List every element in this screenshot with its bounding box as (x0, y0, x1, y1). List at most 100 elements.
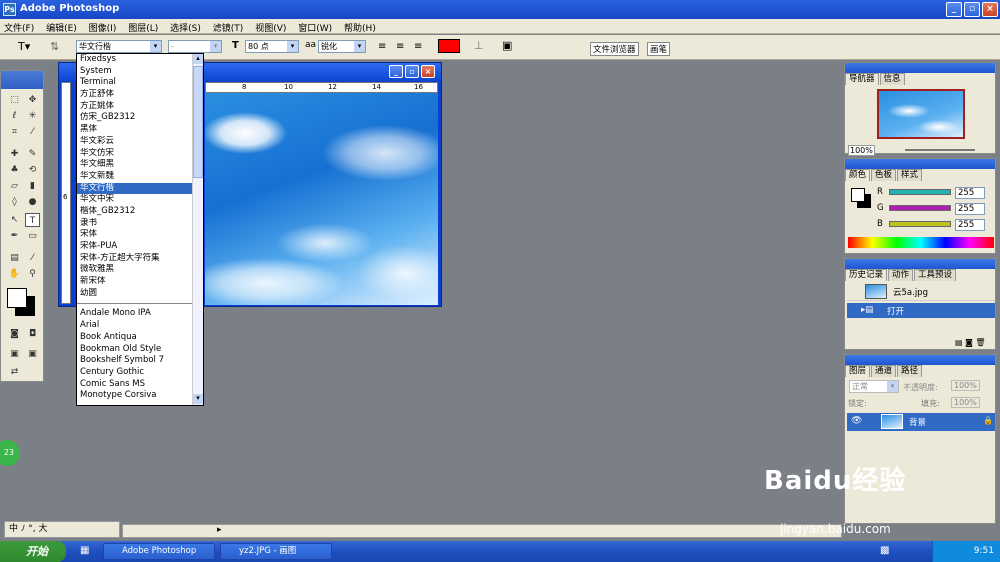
sky-image-canvas[interactable] (205, 93, 438, 305)
font-option[interactable]: 仿宋_GB2312 (77, 112, 193, 124)
font-option[interactable]: Century Gothic (77, 367, 193, 379)
font-option[interactable]: 方正舒体 (77, 89, 193, 101)
font-option[interactable]: 方正姚体 (77, 101, 193, 113)
font-option[interactable]: Fixedsys (77, 54, 193, 66)
font-option[interactable]: 华文行楷 (77, 182, 193, 195)
zoom-icon[interactable]: ⚲ (25, 267, 40, 281)
ime-toolbar[interactable]: 中 ﾉ °, 大 (4, 521, 120, 538)
font-option[interactable]: 华文中宋 (77, 194, 193, 206)
notification-badge[interactable]: 23 (0, 440, 20, 466)
hand-icon[interactable]: ✋ (7, 267, 22, 281)
menu-filter[interactable]: 滤镜(T) (209, 19, 249, 34)
new-snapshot-icon[interactable]: ▤ ◙ 🗑 (955, 338, 986, 347)
layer-row[interactable]: 👁 背景 🔒 (847, 413, 995, 431)
palettes-icon[interactable]: ▣ (502, 39, 512, 52)
quicklaunch-icon[interactable]: ▦ (80, 545, 89, 556)
tab-layers[interactable]: 图层 (845, 365, 871, 377)
tab-tool-presets[interactable]: 工具预设 (914, 269, 957, 281)
healing-icon[interactable]: ✚ (7, 147, 22, 161)
tab-actions[interactable]: 动作 (888, 269, 914, 281)
screen-mode-icon[interactable]: ▣ (7, 347, 22, 361)
font-option[interactable]: 隶书 (77, 218, 193, 230)
font-option[interactable]: 楷体_GB2312 (77, 206, 193, 218)
history-snapshot-row[interactable]: 云5a.jpg (847, 283, 995, 301)
notes-icon[interactable]: ▤ (7, 251, 22, 265)
font-list-scrollbar[interactable]: ▴ ▾ (192, 54, 203, 405)
fill-field[interactable]: 100% (951, 397, 980, 408)
font-option[interactable]: 华文仿宋 (77, 148, 193, 160)
font-option[interactable]: 新宋体 (77, 276, 193, 288)
tab-paths[interactable]: 路径 (897, 365, 923, 377)
font-option[interactable]: 幼圆 (77, 288, 193, 300)
tab-channels[interactable]: 通道 (871, 365, 897, 377)
scroll-right-icon[interactable]: ▸ (217, 525, 222, 535)
tab-navigator[interactable]: 导航器 (845, 73, 879, 85)
doc-close-button[interactable]: × (421, 65, 435, 78)
navigator-thumbnail[interactable] (877, 89, 965, 139)
navigator-zoom-field[interactable]: 100% (848, 145, 875, 156)
blend-mode-select[interactable]: 正常 ▾ (849, 380, 899, 393)
tab-history[interactable]: 历史记录 (845, 269, 888, 281)
scroll-up-icon[interactable]: ▴ (193, 54, 203, 64)
align-center-icon[interactable]: ≡ (396, 41, 404, 52)
menu-window[interactable]: 窗口(W) (294, 19, 337, 34)
channel-slider[interactable] (889, 189, 951, 195)
scroll-down-icon[interactable]: ▾ (193, 394, 203, 404)
opacity-field[interactable]: 100% (951, 380, 980, 391)
font-option[interactable]: 宋体-PUA (77, 241, 193, 253)
standard-mode-icon[interactable]: ◙ (7, 327, 22, 341)
orientation-icon[interactable]: ⇅ (50, 40, 59, 53)
gradient-icon[interactable]: ▮ (25, 179, 40, 193)
font-option[interactable]: System (77, 66, 193, 78)
navigator-zoom-slider[interactable] (905, 149, 975, 151)
visibility-eye-icon[interactable]: 👁 (851, 416, 862, 426)
history-brush-icon[interactable]: ⟲ (25, 163, 40, 177)
channel-slider[interactable] (889, 221, 951, 227)
quickmask-mode-icon[interactable]: ◘ (25, 327, 40, 341)
dodge-icon[interactable]: ● (25, 195, 40, 209)
type-icon[interactable]: T (25, 213, 40, 227)
blur-icon[interactable]: ◊ (7, 195, 22, 209)
lasso-icon[interactable]: ℓ (7, 109, 22, 123)
close-button[interactable]: × (982, 2, 998, 17)
eraser-icon[interactable]: ▱ (7, 179, 22, 193)
menu-image[interactable]: 图像(I) (85, 19, 122, 34)
font-option[interactable]: 华文彩云 (77, 136, 193, 148)
antialias-select[interactable]: 锐化 ▾ (318, 40, 366, 53)
channel-value[interactable]: 255 (955, 203, 985, 215)
scroll-thumb[interactable] (193, 66, 203, 178)
task-photoshop[interactable]: Adobe Photoshop (103, 543, 215, 560)
font-option[interactable]: 华文新魏 (77, 171, 193, 183)
menu-file[interactable]: 文件(F) (0, 19, 39, 34)
crop-icon[interactable]: ⌗ (7, 125, 22, 139)
menu-view[interactable]: 视图(V) (251, 19, 291, 34)
channel-value[interactable]: 255 (955, 187, 985, 199)
shape-icon[interactable]: ▭ (25, 229, 40, 243)
align-right-icon[interactable]: ≡ (414, 41, 422, 52)
stamp-icon[interactable]: ♣ (7, 163, 22, 177)
font-option[interactable]: Terminal (77, 77, 193, 89)
tab-info[interactable]: 信息 (879, 73, 905, 85)
start-button[interactable]: 开始 (0, 541, 66, 562)
menu-help[interactable]: 帮助(H) (340, 19, 381, 34)
type-tool-icon[interactable]: T▾ (18, 40, 30, 53)
text-color-swatch[interactable] (438, 39, 460, 53)
font-option[interactable]: 宋体-方正超大字符集 (77, 253, 193, 265)
doc-minimize-button[interactable]: _ (389, 65, 403, 78)
marquee-icon[interactable]: ⬚ (7, 93, 22, 107)
channel-slider[interactable] (889, 205, 951, 211)
font-option[interactable]: Book Antiqua (77, 332, 193, 344)
brush-icon[interactable]: ✎ (25, 147, 40, 161)
font-option[interactable]: Bookshelf Symbol 7 (77, 355, 193, 367)
font-option[interactable]: 宋体 (77, 229, 193, 241)
font-option[interactable]: 微软雅黑 (77, 264, 193, 276)
move-icon[interactable]: ✥ (25, 93, 40, 107)
font-style-select[interactable]: - ▾ (168, 40, 222, 53)
font-option[interactable]: Comic Sans MS (77, 379, 193, 391)
tab-color[interactable]: 颜色 (845, 169, 871, 181)
doc-maximize-button[interactable]: ▫ (405, 65, 419, 78)
color-spectrum-bar[interactable] (848, 237, 994, 248)
menu-select[interactable]: 选择(S) (166, 19, 206, 34)
font-option[interactable]: Monotype Corsiva (77, 390, 193, 402)
fullscreen-mode-icon[interactable]: ▣ (25, 347, 40, 361)
